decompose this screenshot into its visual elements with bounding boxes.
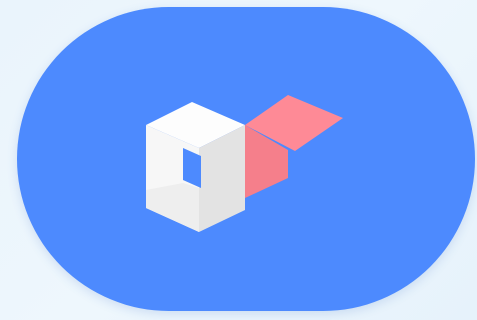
app-icon-canvas bbox=[0, 0, 477, 320]
cube-with-pink-flag-icon bbox=[146, 95, 343, 232]
cube-front-shade bbox=[146, 183, 199, 232]
